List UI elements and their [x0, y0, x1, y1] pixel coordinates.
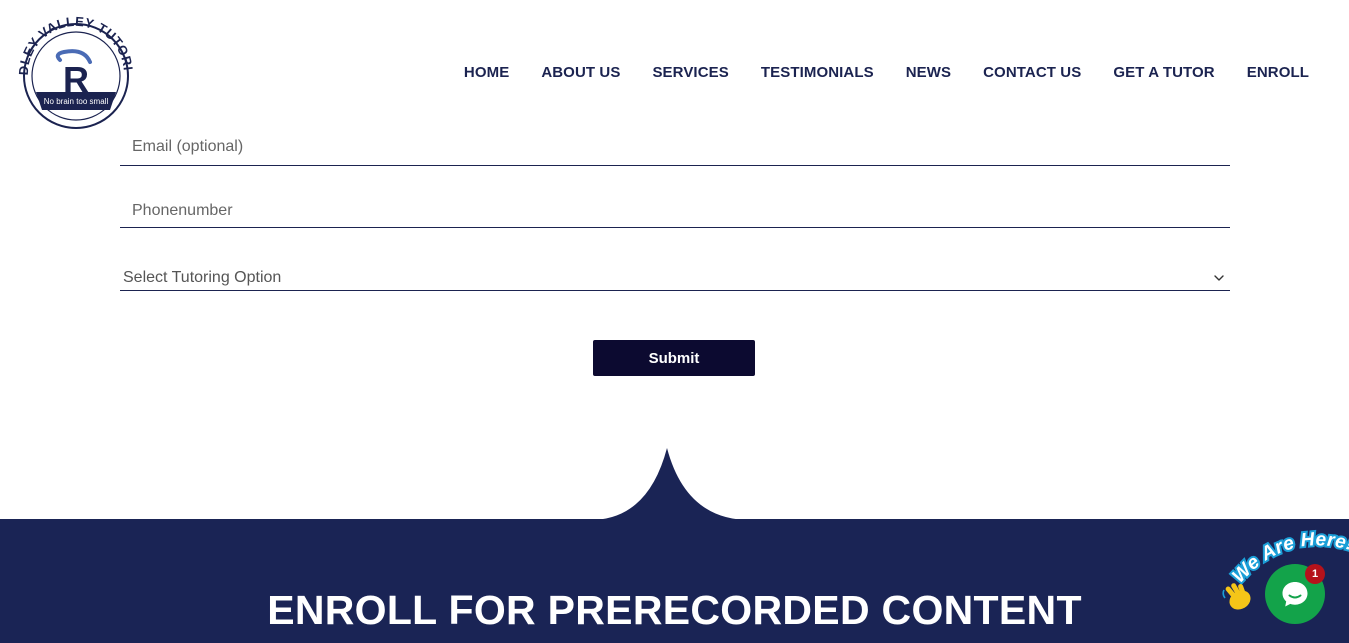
nav-services[interactable]: SERVICES: [652, 62, 728, 84]
tutoring-option-value: Select Tutoring Option: [123, 269, 282, 286]
nav-home[interactable]: HOME: [464, 62, 509, 84]
chevron-down-icon: [1214, 275, 1224, 281]
email-input[interactable]: [120, 132, 1230, 162]
prerecorded-section: ENROLL FOR PRERECORDED CONTENT: [0, 519, 1349, 643]
nav-get-a-tutor[interactable]: GET A TUTOR: [1113, 62, 1214, 84]
section-divider-bump: [590, 448, 750, 520]
nav-enroll[interactable]: ENROLL: [1247, 62, 1309, 84]
site-header: RIDLEY VALLEY TUTORIAL R No brain too sm…: [0, 0, 1349, 135]
nav-contact-us[interactable]: CONTACT US: [983, 62, 1081, 84]
logo-tagline: No brain too small: [44, 97, 109, 106]
nav-news[interactable]: NEWS: [906, 62, 951, 84]
nav-testimonials[interactable]: TESTIMONIALS: [761, 62, 874, 84]
chat-bubble-icon: [1282, 582, 1308, 607]
ridley-valley-logo[interactable]: RIDLEY VALLEY TUTORIAL R No brain too sm…: [14, 10, 138, 134]
waving-hand-icon: [1222, 583, 1251, 610]
email-field-wrapper: [120, 132, 1230, 166]
submit-button[interactable]: Submit: [593, 340, 755, 376]
phone-input[interactable]: [120, 196, 1230, 226]
phone-field-wrapper: [120, 196, 1230, 228]
tutoring-option-select[interactable]: Select Tutoring Option: [120, 266, 1230, 291]
chat-unread-badge: 1: [1305, 564, 1325, 584]
section-title: ENROLL FOR PRERECORDED CONTENT: [267, 587, 1082, 633]
main-nav: HOME ABOUT US SERVICES TESTIMONIALS NEWS…: [432, 62, 1309, 84]
nav-about-us[interactable]: ABOUT US: [541, 62, 620, 84]
